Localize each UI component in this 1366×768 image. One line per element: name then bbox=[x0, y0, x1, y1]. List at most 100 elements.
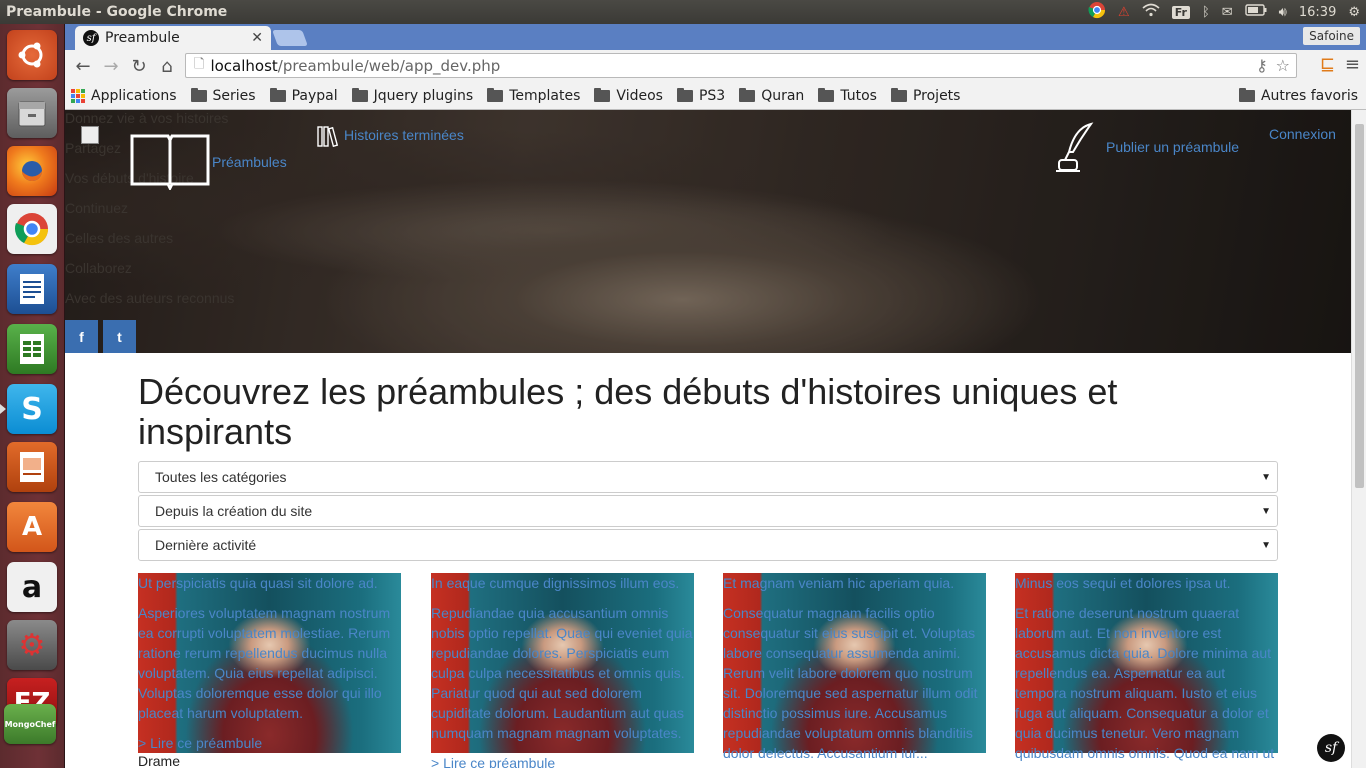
bookmark-folder[interactable]: Templates bbox=[487, 87, 580, 104]
bookmark-label: Autres favoris bbox=[1260, 87, 1358, 104]
facebook-button[interactable]: f bbox=[65, 320, 98, 353]
writer-icon[interactable] bbox=[7, 264, 57, 314]
home-icon[interactable]: ⌂ bbox=[153, 52, 181, 80]
calc-icon[interactable] bbox=[7, 324, 57, 374]
menu-item-auteurs-reconnus[interactable]: Avec des auteurs reconnus bbox=[65, 290, 234, 306]
folder-icon bbox=[190, 87, 207, 102]
mongochef-icon[interactable]: MongoChef bbox=[4, 704, 56, 744]
amazon-icon[interactable]: a bbox=[7, 562, 57, 612]
bookmark-folder[interactable]: Series bbox=[190, 87, 256, 104]
browser-toolbar: ← → ↻ ⌂ 🗋︎ localhost/preambule/web/app_d… bbox=[65, 50, 1366, 82]
read-preamble-link[interactable]: > Lire ce préambule bbox=[138, 733, 401, 753]
tab-preambule[interactable]: sf Preambule ✕ bbox=[75, 26, 271, 50]
card-excerpt: Consequatur magnam facilis optio consequ… bbox=[723, 605, 978, 761]
bookmark-folder[interactable]: Paypal bbox=[269, 87, 338, 104]
period-select[interactable]: Depuis la création du site ▼ bbox=[138, 495, 1278, 527]
keyboard-layout-indicator[interactable]: Fr bbox=[1171, 5, 1190, 19]
folder-icon bbox=[269, 87, 286, 102]
bookmark-folder[interactable]: Projets bbox=[890, 87, 960, 104]
profile-button[interactable]: Safoine bbox=[1303, 27, 1360, 45]
nav-login-link[interactable]: Connexion bbox=[1269, 126, 1336, 142]
period-select-value: Depuis la création du site bbox=[155, 503, 313, 519]
books-shelf-icon[interactable] bbox=[317, 125, 341, 147]
tab-title: Preambule bbox=[105, 30, 180, 46]
page-info-icon[interactable]: 🗋︎ bbox=[194, 55, 204, 77]
bookmark-label: Jquery plugins bbox=[373, 87, 474, 104]
broken-logo-image[interactable] bbox=[81, 126, 99, 144]
other-bookmarks-folder[interactable]: Autres favoris bbox=[1238, 87, 1358, 104]
chrome-icon[interactable] bbox=[7, 204, 57, 254]
menu-item-celles-des-autres[interactable]: Celles des autres bbox=[65, 230, 173, 246]
nav-finished-stories-link[interactable]: Histoires terminées bbox=[344, 127, 464, 143]
bookmark-folder[interactable]: Tutos bbox=[818, 87, 877, 104]
page-scrollbar[interactable] bbox=[1351, 110, 1366, 768]
bookmark-folder[interactable]: PS3 bbox=[676, 87, 725, 104]
forward-icon[interactable]: → bbox=[97, 52, 125, 80]
preamble-card: Ut perspiciatis quia quasi sit dolore ad… bbox=[138, 573, 401, 768]
bookmark-applications[interactable]: Applications bbox=[71, 88, 177, 104]
new-tab-button[interactable] bbox=[272, 30, 308, 46]
key-icon[interactable]: ⚷ bbox=[1256, 56, 1268, 75]
menu-item-continuez[interactable]: Continuez bbox=[65, 200, 128, 216]
warning-icon[interactable]: ⚠ bbox=[1118, 5, 1130, 20]
folder-icon bbox=[739, 87, 756, 102]
open-book-icon[interactable] bbox=[130, 132, 210, 190]
close-tab-icon[interactable]: ✕ bbox=[251, 30, 263, 46]
mail-icon[interactable]: ✉ bbox=[1222, 5, 1233, 20]
bluetooth-icon[interactable]: ᛒ bbox=[1202, 5, 1210, 20]
bookmark-label: Applications bbox=[91, 87, 177, 104]
nav-preambules-link[interactable]: Préambules bbox=[212, 154, 287, 170]
bookmark-folder[interactable]: Videos bbox=[594, 87, 663, 104]
bookmark-star-icon[interactable]: ☆ bbox=[1276, 56, 1290, 75]
chrome-menu-icon[interactable]: ≡ bbox=[1345, 54, 1360, 75]
read-preamble-link[interactable]: > Lire ce préambule bbox=[431, 753, 694, 768]
bookmark-label: Paypal bbox=[291, 87, 338, 104]
files-icon[interactable] bbox=[7, 88, 57, 138]
extension-icon[interactable]: ⊑ bbox=[1320, 54, 1335, 75]
bookmark-folder[interactable]: Quran bbox=[739, 87, 805, 104]
menu-item-tagline[interactable]: Donnez vie à vos histoires bbox=[65, 110, 228, 126]
battery-icon[interactable] bbox=[1244, 4, 1267, 20]
bookmark-folder[interactable]: Jquery plugins bbox=[351, 87, 474, 104]
ubuntu-dash-icon[interactable] bbox=[7, 30, 57, 80]
clock[interactable]: 16:39 bbox=[1299, 5, 1336, 20]
unity-launcher: S A a ⚙ FZ MongoChef bbox=[0, 24, 65, 768]
menu-item-collaborez[interactable]: Collaborez bbox=[65, 260, 132, 276]
apps-grid-icon bbox=[71, 88, 85, 103]
firefox-icon[interactable] bbox=[7, 146, 57, 196]
nav-publish-link[interactable]: Publier un préambule bbox=[1106, 139, 1239, 155]
card-title[interactable]: Et magnam veniam hic aperiam quia. bbox=[723, 573, 986, 593]
skype-icon[interactable]: S bbox=[7, 384, 57, 434]
preamble-card: Minus eos sequi et dolores ipsa ut. Et r… bbox=[1015, 573, 1278, 768]
address-bar[interactable]: 🗋︎ localhost/preambule/web/app_dev.php ⚷… bbox=[185, 53, 1297, 78]
quill-inkwell-icon[interactable] bbox=[1055, 122, 1095, 174]
scrollbar-thumb[interactable] bbox=[1355, 124, 1364, 488]
category-select-value: Toutes les catégories bbox=[155, 469, 287, 485]
wifi-icon[interactable] bbox=[1142, 3, 1160, 21]
volume-icon[interactable]: 🔊︎ bbox=[1279, 5, 1287, 20]
card-title[interactable]: Ut perspiciatis quia quasi sit dolore ad… bbox=[138, 573, 401, 593]
folder-icon bbox=[594, 87, 611, 102]
back-icon[interactable]: ← bbox=[69, 52, 97, 80]
bookmark-label: Tutos bbox=[840, 87, 877, 104]
card-title[interactable]: In eaque cumque dignissimos illum eos. bbox=[431, 573, 694, 593]
power-gear-icon[interactable]: ⚙ bbox=[1348, 5, 1360, 20]
chevron-down-icon: ▼ bbox=[1261, 539, 1271, 551]
impress-icon[interactable] bbox=[7, 442, 57, 492]
sort-select[interactable]: Dernière activité ▼ bbox=[138, 529, 1278, 561]
url-path: /preambule/web/app_dev.php bbox=[277, 56, 501, 75]
software-center-icon[interactable]: A bbox=[7, 502, 57, 552]
twitter-button[interactable]: t bbox=[103, 320, 136, 353]
folder-icon bbox=[351, 87, 368, 102]
card-title[interactable]: Minus eos sequi et dolores ipsa ut. bbox=[1015, 573, 1278, 593]
bookmarks-bar: Applications Series Paypal Jquery plugin… bbox=[65, 82, 1366, 110]
chrome-tray-icon[interactable] bbox=[1088, 1, 1106, 23]
symfony-debug-toolbar-icon[interactable]: sf bbox=[1317, 734, 1345, 762]
reload-icon[interactable]: ↻ bbox=[125, 52, 153, 80]
system-tray: ⚠ Fr ᛒ ✉ 🔊︎ 16:39 ⚙ bbox=[1088, 0, 1360, 24]
folder-icon bbox=[1238, 87, 1255, 102]
system-settings-icon[interactable]: ⚙ bbox=[7, 620, 57, 670]
bookmark-label: Quran bbox=[761, 87, 805, 104]
category-select[interactable]: Toutes les catégories ▼ bbox=[138, 461, 1278, 493]
active-app-indicator bbox=[0, 404, 6, 414]
